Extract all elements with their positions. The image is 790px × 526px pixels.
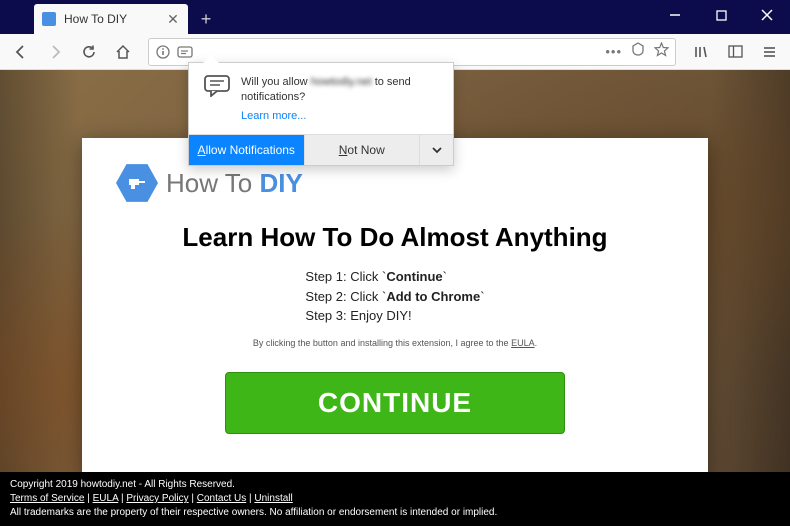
permission-icon[interactable]: [177, 44, 193, 60]
bookmark-star-icon[interactable]: [654, 42, 669, 62]
notification-dropdown-icon[interactable]: [419, 135, 453, 165]
reader-mode-icon[interactable]: [630, 41, 646, 62]
info-icon[interactable]: [155, 44, 171, 60]
tab-title: How To DIY: [64, 12, 166, 26]
reload-button[interactable]: [74, 37, 104, 67]
tab-close-icon[interactable]: ✕: [166, 12, 180, 26]
page-footer: Copyright 2019 howtodiy.net - All Rights…: [0, 472, 790, 526]
uninstall-link[interactable]: Uninstall: [254, 493, 292, 504]
window-titlebar: How To DIY ✕ +: [0, 0, 790, 34]
copyright-text: Copyright 2019 howtodiy.net - All Rights…: [10, 478, 780, 492]
notification-popup: Will you allow howtodiy.net to send noti…: [188, 62, 454, 166]
browser-tab[interactable]: How To DIY ✕: [34, 4, 188, 34]
disclaimer-text: By clicking the button and installing th…: [116, 338, 674, 348]
continue-button[interactable]: CONTINUE: [225, 372, 565, 434]
eula-link[interactable]: EULA: [511, 338, 535, 348]
eula-footer-link[interactable]: EULA: [93, 493, 119, 504]
trademark-text: All trademarks are the property of their…: [10, 506, 780, 520]
close-button[interactable]: [744, 0, 790, 30]
step-2: Step 2: Click `Add to Chrome`: [305, 287, 484, 307]
library-icon[interactable]: [686, 37, 716, 67]
tab-favicon: [42, 12, 56, 26]
page-actions-icon[interactable]: •••: [605, 44, 622, 59]
logo: How To DIY: [116, 162, 674, 204]
not-now-button[interactable]: Not Now: [304, 135, 420, 165]
privacy-link[interactable]: Privacy Policy: [126, 493, 188, 504]
window-controls: [652, 0, 790, 30]
headline: Learn How To Do Almost Anything: [116, 222, 674, 253]
step-3: Step 3: Enjoy DIY!: [305, 306, 484, 326]
maximize-button[interactable]: [698, 0, 744, 30]
tos-link[interactable]: Terms of Service: [10, 493, 84, 504]
minimize-button[interactable]: [652, 0, 698, 30]
learn-more-link[interactable]: Learn more...: [241, 110, 439, 122]
home-button[interactable]: [108, 37, 138, 67]
logo-text: How To DIY: [166, 168, 303, 199]
back-button[interactable]: [6, 37, 36, 67]
main-modal: How To DIY Learn How To Do Almost Anythi…: [82, 138, 708, 478]
allow-notifications-button[interactable]: Allow Notifications: [189, 135, 304, 165]
new-tab-button[interactable]: +: [192, 5, 220, 33]
step-1: Step 1: Click `Continue`: [305, 267, 484, 287]
forward-button[interactable]: [40, 37, 70, 67]
speech-bubble-icon: [203, 75, 231, 97]
steps-list: Step 1: Click `Continue` Step 2: Click `…: [305, 267, 484, 326]
sidebar-icon[interactable]: [720, 37, 750, 67]
notification-message: Will you allow howtodiy.net to send noti…: [241, 75, 439, 106]
menu-icon[interactable]: [754, 37, 784, 67]
drill-icon: [116, 162, 158, 204]
contact-link[interactable]: Contact Us: [197, 493, 246, 504]
